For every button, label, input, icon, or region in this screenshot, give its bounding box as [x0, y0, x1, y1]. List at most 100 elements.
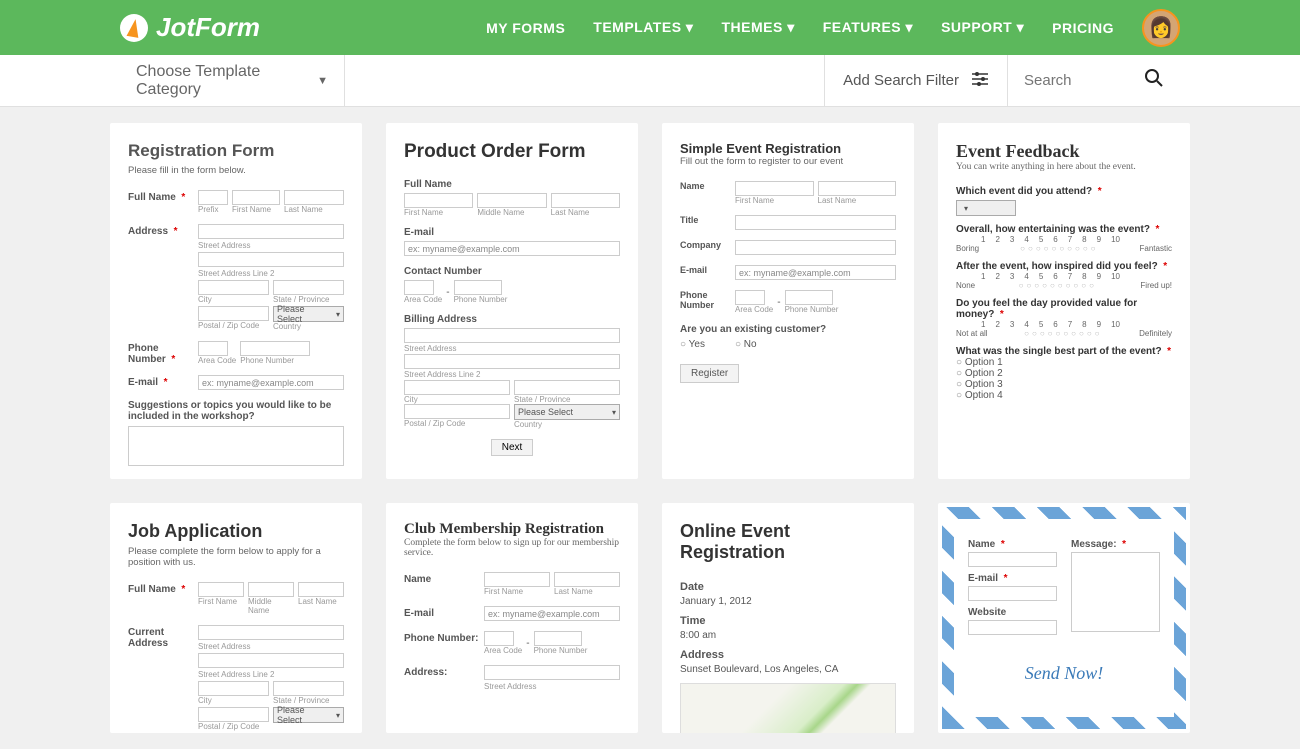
- input-website[interactable]: [968, 620, 1057, 635]
- radio-no[interactable]: No: [735, 339, 757, 350]
- nav-features[interactable]: FEATURES ▾: [823, 19, 913, 36]
- input-city[interactable]: [198, 280, 269, 295]
- input-area[interactable]: [404, 280, 434, 295]
- date-value: January 1, 2012: [680, 596, 896, 607]
- option-4[interactable]: Option 4: [956, 390, 1172, 401]
- template-card-online-event[interactable]: Online Event Registration Date January 1…: [662, 503, 914, 733]
- input-email[interactable]: [968, 586, 1057, 601]
- input-city[interactable]: [404, 380, 510, 395]
- card-title: Registration Form: [128, 141, 344, 161]
- input-street2[interactable]: [198, 653, 344, 668]
- input-state[interactable]: [514, 380, 620, 395]
- input-email[interactable]: ex: myname@example.com: [198, 375, 344, 390]
- nav-templates[interactable]: TEMPLATES ▾: [593, 19, 693, 36]
- input-postal[interactable]: [198, 707, 269, 722]
- input-state[interactable]: [273, 280, 344, 295]
- q2: Overall, how entertaining was the event?…: [956, 224, 1172, 235]
- select-country[interactable]: Please Select: [273, 707, 344, 723]
- user-avatar[interactable]: 👩: [1142, 9, 1180, 47]
- input-area[interactable]: [198, 341, 228, 356]
- select-country[interactable]: Please Select: [514, 404, 620, 420]
- spacer: [345, 55, 824, 106]
- input-email[interactable]: ex: myname@example.com: [735, 265, 896, 280]
- input-postal[interactable]: [404, 404, 510, 419]
- nav-my-forms[interactable]: MY FORMS: [486, 20, 565, 36]
- input-last[interactable]: [298, 582, 344, 597]
- nav-links: MY FORMS TEMPLATES ▾ THEMES ▾ FEATURES ▾…: [486, 9, 1180, 47]
- input-company[interactable]: [735, 240, 896, 255]
- register-button[interactable]: Register: [680, 364, 739, 383]
- input-first[interactable]: [735, 181, 814, 196]
- input-phone[interactable]: [240, 341, 310, 356]
- input-first[interactable]: [404, 193, 473, 208]
- label-address: Address:: [404, 665, 484, 691]
- nav-support[interactable]: SUPPORT ▾: [941, 19, 1024, 36]
- brand-logo[interactable]: JotForm: [120, 12, 260, 43]
- select-event[interactable]: [956, 200, 1016, 216]
- label-website: Website: [968, 607, 1057, 618]
- input-last[interactable]: [554, 572, 620, 587]
- input-street[interactable]: [484, 665, 620, 680]
- template-card-job-application[interactable]: Job Application Please complete the form…: [110, 503, 362, 733]
- template-card-contact-striped[interactable]: Name * E-mail * Website Message: * Send …: [938, 503, 1190, 733]
- input-phone[interactable]: [785, 290, 833, 305]
- add-search-filter-button[interactable]: Add Search Filter: [824, 55, 1008, 106]
- template-card-registration[interactable]: Registration Form Please fill in the for…: [110, 123, 362, 479]
- input-prefix[interactable]: [198, 190, 228, 205]
- template-grid: Registration Form Please fill in the for…: [0, 107, 1300, 749]
- card-title: Event Feedback: [956, 141, 1172, 162]
- template-card-product-order[interactable]: Product Order Form Full Name First Name …: [386, 123, 638, 479]
- card-subtitle: Please complete the form below to apply …: [128, 546, 344, 568]
- card-subtitle: Complete the form below to sign up for o…: [404, 538, 620, 558]
- input-last[interactable]: [551, 193, 620, 208]
- template-card-simple-event[interactable]: Simple Event Registration Fill out the f…: [662, 123, 914, 479]
- category-label: Choose Template Category: [136, 63, 309, 99]
- option-2[interactable]: Option 2: [956, 368, 1172, 379]
- input-name[interactable]: [968, 552, 1057, 567]
- template-category-dropdown[interactable]: Choose Template Category ▼: [120, 55, 345, 106]
- input-message[interactable]: [1071, 552, 1160, 632]
- input-title[interactable]: [735, 215, 896, 230]
- brand-text: JotForm: [156, 12, 260, 43]
- rating-nums: 12345678910: [981, 272, 1172, 281]
- search-icon[interactable]: [1144, 68, 1164, 94]
- radio-yes[interactable]: Yes: [680, 339, 705, 350]
- input-postal[interactable]: [198, 306, 269, 321]
- template-card-club-membership[interactable]: Club Membership Registration Complete th…: [386, 503, 638, 733]
- input-street2[interactable]: [198, 252, 344, 267]
- textarea-suggestions[interactable]: [128, 426, 344, 466]
- input-first[interactable]: [198, 582, 244, 597]
- input-middle[interactable]: [477, 193, 546, 208]
- input-area[interactable]: [484, 631, 514, 646]
- card-subtitle: Fill out the form to register to our eve…: [680, 156, 896, 167]
- date-label: Date: [680, 581, 896, 593]
- input-area[interactable]: [735, 290, 765, 305]
- template-card-event-feedback[interactable]: Event Feedback You can write anything in…: [938, 123, 1190, 479]
- nav-pricing[interactable]: PRICING: [1052, 20, 1114, 36]
- search-input[interactable]: [1024, 72, 1104, 89]
- select-country[interactable]: Please Select: [273, 306, 344, 322]
- input-first[interactable]: [232, 190, 280, 205]
- input-street[interactable]: [404, 328, 620, 343]
- input-email[interactable]: ex: myname@example.com: [404, 241, 620, 256]
- option-1[interactable]: Option 1: [956, 357, 1172, 368]
- input-first[interactable]: [484, 572, 550, 587]
- input-street[interactable]: [198, 625, 344, 640]
- input-middle[interactable]: [248, 582, 294, 597]
- nav-themes[interactable]: THEMES ▾: [721, 19, 794, 36]
- input-email[interactable]: ex: myname@example.com: [484, 606, 620, 621]
- send-now-button[interactable]: Send Now!: [958, 663, 1170, 684]
- input-last[interactable]: [284, 190, 344, 205]
- label-email: E-mail *: [128, 375, 198, 390]
- input-state[interactable]: [273, 681, 344, 696]
- input-street2[interactable]: [404, 354, 620, 369]
- option-3[interactable]: Option 3: [956, 379, 1172, 390]
- input-phone[interactable]: [454, 280, 502, 295]
- label-message: Message: *: [1071, 539, 1160, 550]
- next-button[interactable]: Next: [491, 439, 534, 456]
- input-city[interactable]: [198, 681, 269, 696]
- input-street[interactable]: [198, 224, 344, 239]
- input-phone[interactable]: [534, 631, 582, 646]
- filter-label: Add Search Filter: [843, 72, 959, 89]
- input-last[interactable]: [818, 181, 897, 196]
